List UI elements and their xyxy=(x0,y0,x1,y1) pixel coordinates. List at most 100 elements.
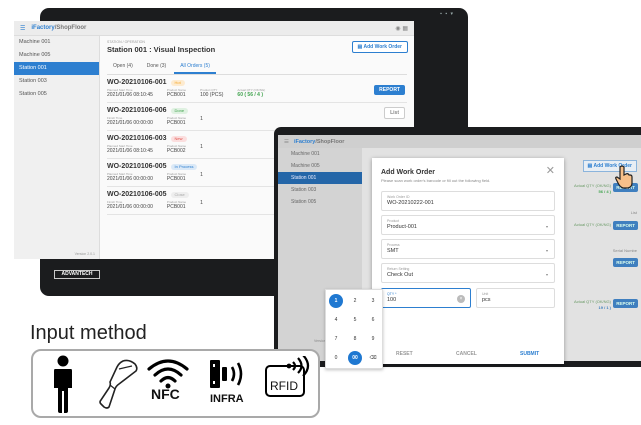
order-tabs: Open (4) Done (3) All Orders (5) xyxy=(107,61,407,75)
status-badge: Done xyxy=(170,107,189,114)
menu-icon[interactable]: ☰ xyxy=(284,139,289,145)
submit-button[interactable]: SUBMIT xyxy=(520,351,539,357)
time-value: 2021/01/06 00:00:00 xyxy=(107,176,153,182)
sidebar-item-station-001[interactable]: Station 001 xyxy=(14,62,99,75)
work-order-number: WO-20210106-001 xyxy=(107,79,167,86)
sidebar-item-machine-005[interactable]: Machine 005 xyxy=(278,160,362,172)
reset-button[interactable]: RESET xyxy=(396,351,413,357)
key-5[interactable]: 5 xyxy=(348,313,362,327)
field-label: Return Setting xyxy=(387,267,410,271)
dialog-title: Add Work Order xyxy=(381,169,435,176)
work-order-number: WO-20210106-005 xyxy=(107,163,167,170)
product-value: PCB001 xyxy=(166,204,186,210)
sidebar-item-station-005[interactable]: Station 005 xyxy=(14,88,99,101)
time-value: 2021/01/06 08:10:45 xyxy=(107,92,153,98)
work-order-row[interactable]: WO-20210106-001 Hot Planned Start Time 20… xyxy=(107,75,407,103)
field-label: QTY * xyxy=(387,292,397,296)
key-6[interactable]: 6 xyxy=(366,313,380,327)
time-value: 2021/01/06 08:10:45 xyxy=(107,148,153,154)
tab-open[interactable]: Open (4) xyxy=(107,61,139,74)
key-4[interactable]: 4 xyxy=(329,313,343,327)
sidebar-item-machine-001[interactable]: Machine 001 xyxy=(14,36,99,49)
product-select[interactable]: Product Product-001 ▾ xyxy=(381,215,555,235)
sidebar: Machine 001 Machine 005 Station 001 Stat… xyxy=(14,36,100,259)
status-badge: Close xyxy=(170,191,189,198)
tab-all-orders[interactable]: All Orders (5) xyxy=(174,61,216,74)
key-2[interactable]: 2 xyxy=(348,294,362,308)
key-3[interactable]: 3 xyxy=(366,294,380,308)
sidebar-item-station-005[interactable]: Station 005 xyxy=(278,196,362,208)
rfid-label: RFID xyxy=(270,379,298,393)
app-header: ☰ iFactory /ShopFloor xyxy=(278,135,641,148)
actual-value: 56 / 4 ) xyxy=(598,189,611,194)
actual-value: 19 / 1 ) xyxy=(598,305,611,310)
serial-number-link[interactable]: Serial Numbe xyxy=(613,248,637,253)
add-work-order-button[interactable]: ▤ Add Work Order xyxy=(351,41,408,53)
field-value: WO-20210222-001 xyxy=(387,200,434,206)
actual-label: Actual QTY (OK/NG) xyxy=(573,183,611,188)
unit-field[interactable]: Unit pcs xyxy=(476,288,555,308)
return-setting-select[interactable]: Return Setting Check Out ▾ xyxy=(381,263,555,283)
work-order-number: WO-20210106-006 xyxy=(107,107,167,114)
list-button[interactable]: List xyxy=(631,210,637,215)
cancel-button[interactable]: CANCEL xyxy=(456,351,477,357)
app-logo: iFactory xyxy=(31,25,55,31)
qty-value: 100 (PCS) xyxy=(200,92,224,98)
work-order-number: WO-20210106-003 xyxy=(107,135,167,142)
qty-value: 1 xyxy=(200,144,203,150)
status-icons: ▪ ▪ ▾ xyxy=(440,11,454,17)
work-order-number: WO-20210106-005 xyxy=(107,191,167,198)
nfc-label: NFC xyxy=(151,386,180,402)
report-button[interactable]: REPORT xyxy=(613,221,638,230)
version-label: Version 2.0.1 xyxy=(74,252,95,256)
qty-value: 1 xyxy=(200,172,203,178)
sidebar-item-machine-005[interactable]: Machine 005 xyxy=(14,49,99,62)
add-work-order-dialog: Add Work Order Please scan work order's … xyxy=(372,158,564,364)
field-value: Product-001 xyxy=(387,224,417,230)
status-badge: New xyxy=(170,135,187,142)
qty-input[interactable]: QTY * 100 × xyxy=(381,288,471,308)
report-button[interactable]: REPORT xyxy=(613,299,638,308)
process-select[interactable]: Process SMT ▾ xyxy=(381,239,555,259)
backspace-key[interactable]: ⌫ xyxy=(366,351,380,365)
field-value: 100 xyxy=(387,297,397,303)
key-00[interactable]: 00 xyxy=(348,351,362,365)
status-badge: Hot xyxy=(170,79,185,86)
numeric-keypad: 1 2 3 4 5 6 7 8 9 0 00 ⌫ xyxy=(325,289,383,369)
key-9[interactable]: 9 xyxy=(366,332,380,346)
add-work-order-label: Add Work Order xyxy=(363,44,402,50)
barcode-scanner-icon xyxy=(99,359,138,409)
sidebar-item-station-003[interactable]: Station 003 xyxy=(278,184,362,196)
product-value: PCB001 xyxy=(166,92,186,98)
product-value: PCB001 xyxy=(166,120,186,126)
key-1[interactable]: 1 xyxy=(329,294,343,308)
key-0[interactable]: 0 xyxy=(329,351,343,365)
actual-label: Actual QTY (OK/NG) xyxy=(573,299,611,304)
report-button[interactable]: REPORT xyxy=(613,258,638,267)
header-icons[interactable]: ◉ ▦ xyxy=(395,25,408,32)
sidebar-item-machine-001[interactable]: Machine 001 xyxy=(278,148,362,160)
list-button[interactable]: List xyxy=(384,107,405,119)
key-8[interactable]: 8 xyxy=(348,332,362,346)
clear-icon[interactable]: × xyxy=(457,295,465,303)
close-icon[interactable]: ✕ xyxy=(546,164,555,177)
chevron-down-icon: ▾ xyxy=(545,272,548,277)
device-brand: ADVANTECH xyxy=(54,270,100,279)
work-order-id-field[interactable]: Work Order ID WO-20210222-001 xyxy=(381,191,555,211)
actual-value: 60 ( 56 / 4 ) xyxy=(237,92,263,98)
sidebar-item-station-003[interactable]: Station 003 xyxy=(14,75,99,88)
field-value: pcs xyxy=(482,297,491,303)
report-button[interactable]: REPORT xyxy=(374,85,405,95)
status-badge: In Process xyxy=(170,163,198,170)
field-label: Work Order ID xyxy=(387,195,410,199)
menu-icon[interactable]: ☰ xyxy=(20,25,25,32)
infrared-icon xyxy=(210,360,243,388)
actual-label: Actual QTY (OK/NG) xyxy=(573,222,611,227)
chevron-down-icon: ▾ xyxy=(545,248,548,253)
key-7[interactable]: 7 xyxy=(329,332,343,346)
field-label: Unit xyxy=(482,292,489,296)
tab-done[interactable]: Done (3) xyxy=(141,61,172,74)
dialog-subtitle: Please scan work order's barcode or fill… xyxy=(381,178,491,183)
field-label: Product xyxy=(387,219,400,223)
sidebar-item-station-001[interactable]: Station 001 xyxy=(278,172,362,184)
